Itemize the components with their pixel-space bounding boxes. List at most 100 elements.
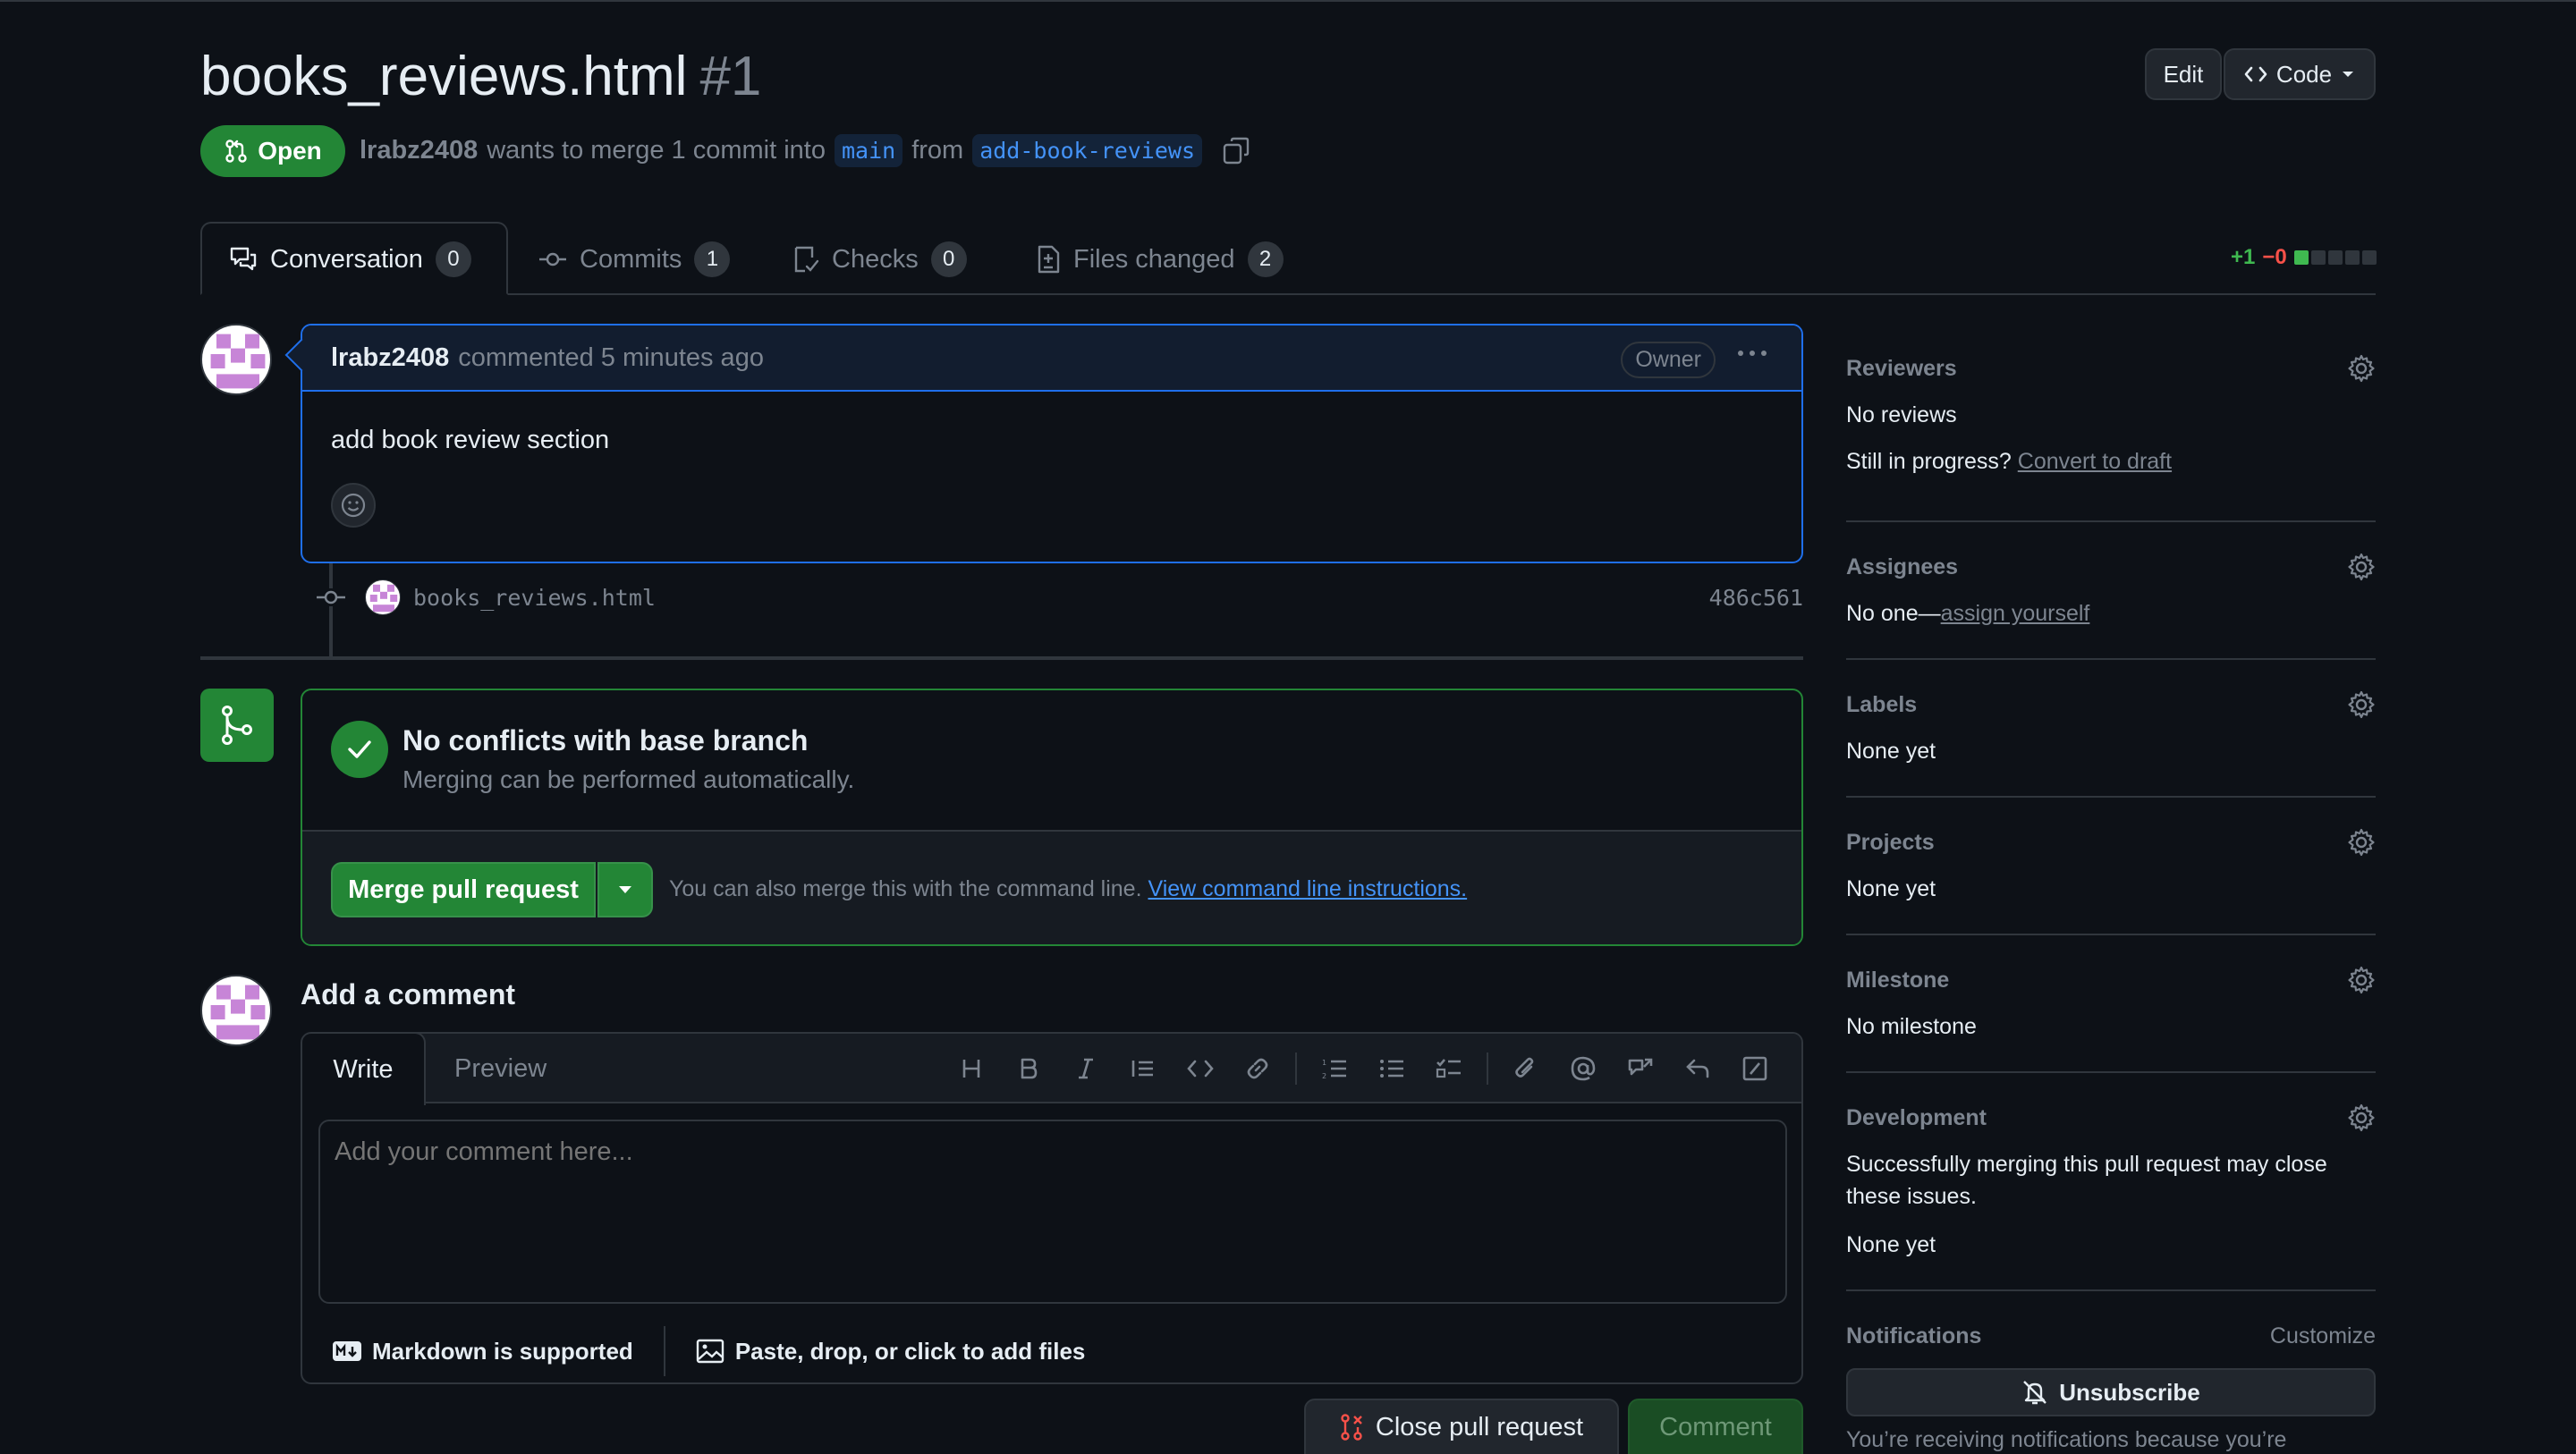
commit-row: books_reviews.html 486c561	[315, 574, 1803, 621]
edit-button[interactable]: Edit	[2145, 48, 2222, 100]
svg-text:2: 2	[1322, 1072, 1326, 1080]
tabs-divider	[200, 293, 2376, 295]
markdown-icon	[333, 1341, 361, 1361]
diffstat-block	[2293, 250, 2309, 265]
reviewers-label[interactable]: Reviewers	[1846, 356, 1957, 382]
development-description: Successfully merging this pull request m…	[1846, 1152, 2327, 1209]
link-icon[interactable]	[1229, 1040, 1286, 1097]
gear-icon[interactable]	[2347, 354, 2376, 383]
owner-badge: Owner	[1621, 342, 1716, 378]
checklist-icon	[792, 245, 819, 274]
commit-message[interactable]: books_reviews.html	[413, 585, 656, 611]
tab-commits[interactable]: Commits 1	[538, 236, 731, 283]
tab-write[interactable]: Write	[302, 1034, 426, 1105]
editor-footer: Markdown is supported Paste, drop, or cl…	[302, 1320, 1801, 1382]
gear-icon[interactable]	[2347, 553, 2376, 581]
gear-icon[interactable]	[2347, 1103, 2376, 1132]
gear-icon[interactable]	[2347, 828, 2376, 857]
commit-sha[interactable]: 486c561	[1709, 585, 1803, 611]
assignees-label[interactable]: Assignees	[1846, 554, 1958, 580]
comment-button[interactable]: Comment	[1628, 1399, 1803, 1454]
merge-status: No conflicts with base branch Merging ca…	[302, 690, 1801, 832]
merge-box: No conflicts with base branch Merging ca…	[301, 689, 1803, 946]
diffstat-block	[2327, 250, 2343, 265]
assign-yourself-link[interactable]: assign yourself	[1941, 601, 2090, 626]
head-branch[interactable]: add-book-reviews	[972, 134, 1203, 167]
editor-header: Write Preview 12	[302, 1034, 1801, 1105]
diffstat-block	[2361, 250, 2377, 265]
pull-request-icon	[224, 139, 249, 164]
heading-icon[interactable]	[943, 1040, 1000, 1097]
diffstat-deletions: −0	[2262, 245, 2287, 269]
quote-icon[interactable]	[1114, 1040, 1172, 1097]
footer-separator	[663, 1326, 665, 1376]
pr-subline: lrabz2408 wants to merge 1 commit into m…	[360, 134, 1250, 167]
code-icon	[2244, 65, 2267, 83]
markdown-supported[interactable]: Markdown is supported	[333, 1338, 633, 1365]
sidebar-reviewers: Reviewers No reviews Still in progress? …	[1846, 349, 2376, 522]
sidebar-milestone: Milestone No milestone	[1846, 960, 2376, 1073]
tasklist-icon[interactable]	[1420, 1040, 1478, 1097]
cross-reference-icon[interactable]	[1612, 1040, 1669, 1097]
comment-meta[interactable]: commented 5 minutes ago	[458, 343, 764, 373]
unordered-list-icon[interactable]	[1363, 1040, 1420, 1097]
italic-icon[interactable]	[1057, 1040, 1114, 1097]
diffstat-additions: +1	[2231, 245, 2256, 269]
milestone-label[interactable]: Milestone	[1846, 968, 1949, 993]
bold-icon[interactable]	[1000, 1040, 1057, 1097]
reply-icon[interactable]	[1669, 1040, 1726, 1097]
projects-value: None yet	[1846, 876, 1936, 901]
slash-command-icon[interactable]	[1726, 1040, 1784, 1097]
development-label[interactable]: Development	[1846, 1105, 1987, 1131]
merge-actions: Merge pull request You can also merge th…	[302, 832, 1801, 944]
tab-checks[interactable]: Checks 0	[792, 236, 967, 283]
merge-subtitle: Merging can be performed automatically.	[402, 765, 855, 793]
sidebar-assignees: Assignees No one—assign yourself	[1846, 547, 2376, 660]
gear-icon[interactable]	[2347, 966, 2376, 994]
avatar[interactable]	[365, 579, 401, 615]
attach-files[interactable]: Paste, drop, or click to add files	[696, 1338, 1085, 1365]
mention-icon[interactable]	[1555, 1040, 1612, 1097]
check-icon	[331, 721, 388, 778]
add-comment-title: Add a comment	[301, 978, 516, 1010]
code-button[interactable]: Code	[2224, 48, 2376, 100]
add-reaction-button[interactable]	[331, 483, 376, 528]
unsubscribe-button[interactable]: Unsubscribe	[1846, 1368, 2376, 1416]
copy-icon[interactable]	[1222, 137, 1250, 165]
paperclip-icon[interactable]	[1497, 1040, 1555, 1097]
avatar[interactable]	[200, 324, 272, 395]
pr-number: #1	[699, 46, 762, 107]
comment-author[interactable]: lrabz2408	[331, 343, 449, 373]
development-value: None yet	[1846, 1232, 1936, 1257]
tab-conversation[interactable]: Conversation 0	[229, 236, 471, 283]
tab-preview[interactable]: Preview	[454, 1034, 547, 1103]
close-pull-request-button[interactable]: Close pull request	[1304, 1399, 1619, 1454]
ordered-list-icon[interactable]: 12	[1306, 1040, 1363, 1097]
merge-pull-request-button[interactable]: Merge pull request	[331, 862, 596, 917]
command-line-instructions-link[interactable]: View command line instructions.	[1148, 876, 1467, 901]
bell-slash-icon	[2021, 1379, 2048, 1406]
avatar[interactable]	[200, 975, 272, 1046]
merge-method-dropdown[interactable]	[597, 862, 653, 917]
merge-note: You can also merge this with the command…	[669, 876, 1468, 901]
customize-link[interactable]: Customize	[2270, 1323, 2376, 1349]
labels-label[interactable]: Labels	[1846, 692, 1917, 718]
code-icon[interactable]	[1172, 1040, 1229, 1097]
milestone-value: No milestone	[1846, 1014, 1977, 1039]
comment-header: lrabz2408 commented 5 minutes ago Owner	[302, 325, 1801, 392]
toolbar-separator	[1295, 1052, 1297, 1085]
comment-discussion-icon	[229, 246, 258, 273]
smiley-icon	[340, 492, 367, 519]
caret-down-icon	[617, 885, 633, 894]
kebab-horizontal-icon[interactable]	[1737, 349, 1767, 358]
image-icon	[696, 1339, 724, 1364]
toolbar-separator	[1487, 1052, 1488, 1085]
author-link[interactable]: lrabz2408	[360, 136, 478, 165]
convert-to-draft-link[interactable]: Convert to draft	[2018, 449, 2172, 474]
comment-textarea[interactable]	[318, 1120, 1787, 1304]
base-branch[interactable]: main	[834, 134, 903, 167]
gear-icon[interactable]	[2347, 690, 2376, 719]
tab-files-changed[interactable]: Files changed 2	[1036, 236, 1284, 283]
projects-label[interactable]: Projects	[1846, 830, 1935, 856]
diffstat-block	[2310, 250, 2326, 265]
